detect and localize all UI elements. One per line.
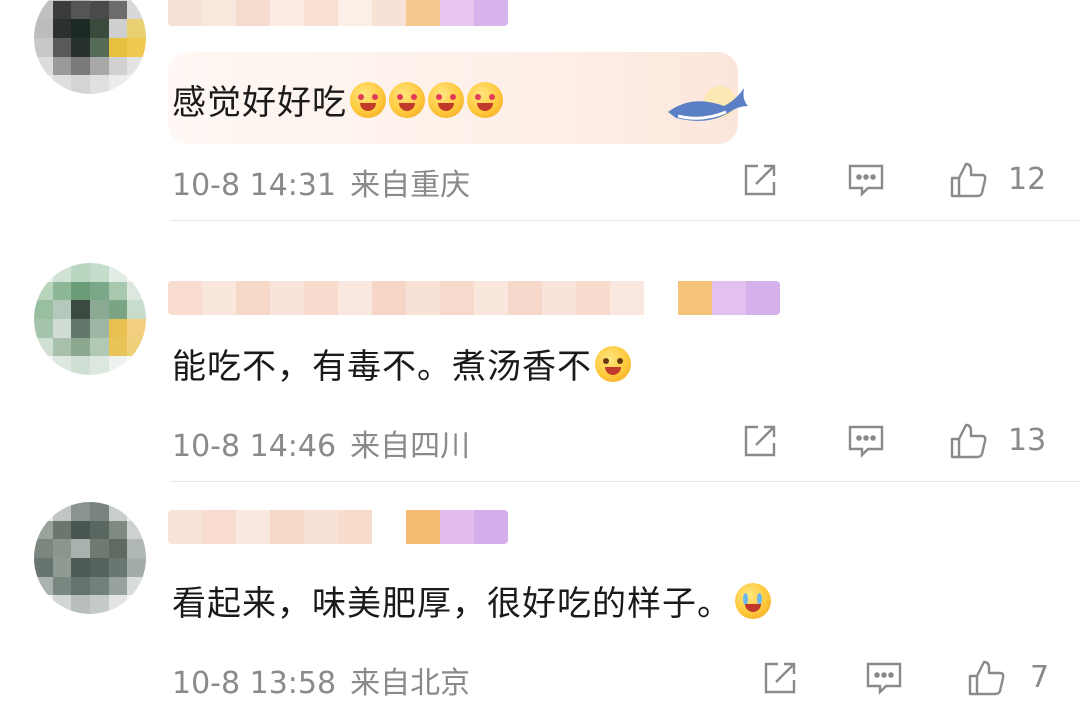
comment-item: 感觉好好吃 10-8 14:31 来自重庆 12 [0,0,1080,221]
username-blurred[interactable] [168,510,508,544]
laugh-cry-emoji-icon [735,582,771,619]
share-icon[interactable] [740,421,780,461]
comment-text: 感觉好好吃 [172,75,503,124]
comment-location: 来自重庆 [350,168,471,203]
comment-date: 10-8 14:46 [172,429,337,464]
avatar[interactable] [34,263,146,375]
divider [170,220,1080,221]
thumbs-up-icon[interactable] [966,658,1006,698]
comment-text: 看起来，味美肥厚，很好吃的样子。 [172,576,771,625]
like-count: 12 [1008,162,1047,197]
comment-text: 能吃不，有毒不。煮汤香不 [172,339,631,388]
grin-emoji-icon [595,345,631,382]
comment-meta: 10-8 14:46 来自四川 [172,421,470,465]
comment-location: 来自北京 [350,666,471,701]
reply-icon[interactable] [846,160,886,200]
avatar[interactable] [34,502,146,614]
thumbs-up-icon[interactable] [948,421,988,461]
reply-icon[interactable] [846,421,886,461]
reply-icon[interactable] [864,658,904,698]
heart-eyes-emoji-icon [428,81,464,118]
heart-eyes-emoji-icon [389,81,425,118]
comment-meta: 10-8 14:31 来自重庆 [172,160,470,204]
comment-item: 看起来，味美肥厚，很好吃的样子。 10-8 13:58 来自北京 7 [0,480,1080,718]
whale-decoration-icon [668,86,748,121]
comment-location: 来自四川 [350,429,471,464]
comment-item: 能吃不，有毒不。煮汤香不 10-8 14:46 来自四川 13 [0,243,1080,482]
comment-date: 10-8 13:58 [172,666,337,701]
like-count: 7 [1030,660,1050,695]
avatar[interactable] [34,0,146,94]
comment-meta: 10-8 13:58 来自北京 [172,658,470,702]
like-count: 13 [1008,423,1047,458]
username-blurred[interactable] [168,281,780,315]
username-blurred[interactable] [168,0,508,26]
thumbs-up-icon[interactable] [948,160,988,200]
comment-date: 10-8 14:31 [172,168,337,203]
share-icon[interactable] [760,658,800,698]
heart-eyes-emoji-icon [467,81,503,118]
share-icon[interactable] [740,160,780,200]
heart-eyes-emoji-icon [350,81,386,118]
